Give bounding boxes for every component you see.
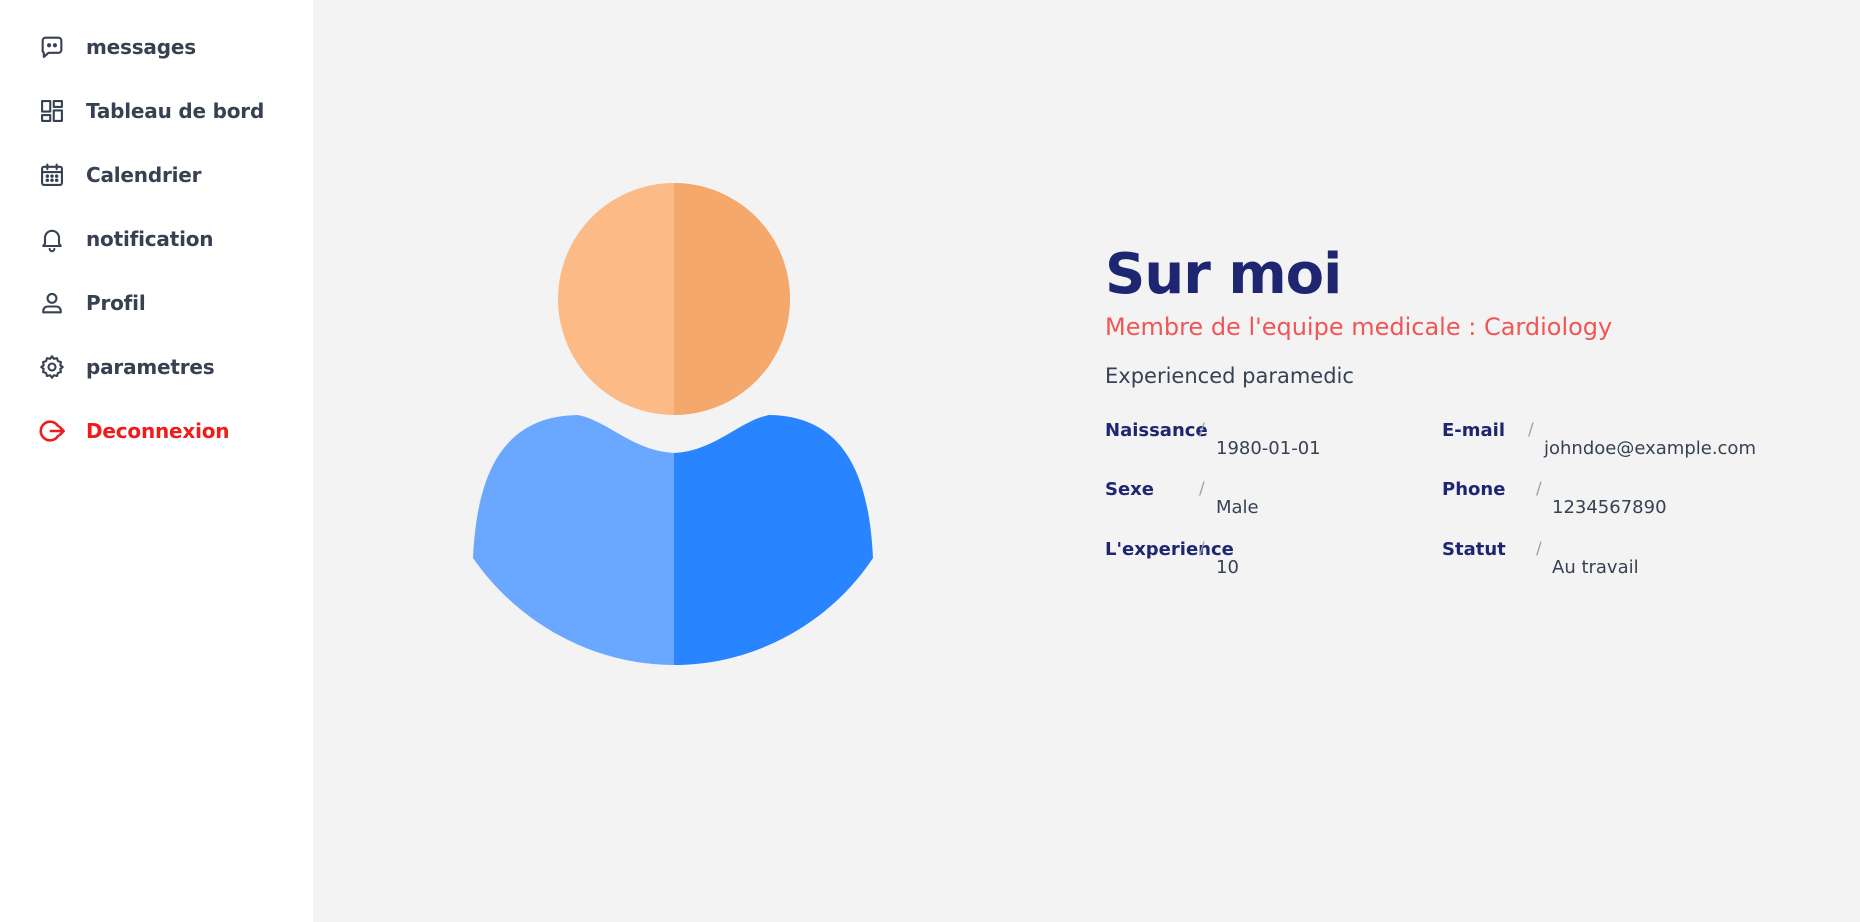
detail-value: 1980-01-01 xyxy=(1216,438,1321,459)
detail-label: E-mail xyxy=(1442,420,1506,441)
gear-icon xyxy=(36,351,68,383)
detail-value: Male xyxy=(1216,497,1259,518)
sidebar-item-logout[interactable]: Deconnexion xyxy=(0,399,313,463)
detail-separator: / xyxy=(1199,539,1205,559)
sidebar-item-label: messages xyxy=(86,35,196,59)
detail-separator: / xyxy=(1528,420,1534,440)
sidebar-item-messages[interactable]: messages xyxy=(0,15,313,79)
detail-label: Sexe xyxy=(1105,479,1154,500)
sidebar-item-label: Profil xyxy=(86,291,146,315)
detail-label: Statut xyxy=(1442,539,1506,560)
detail-value: 1234567890 xyxy=(1552,497,1667,518)
about-section: Sur moi Membre de l'equipe medicale : Ca… xyxy=(1105,240,1825,600)
detail-label: Phone xyxy=(1442,479,1506,500)
sidebar-item-label: Calendrier xyxy=(86,163,202,187)
sidebar-item-label: notification xyxy=(86,227,214,251)
sidebar-item-notification[interactable]: notification xyxy=(0,207,313,271)
profile-description: Experienced paramedic xyxy=(1105,364,1354,388)
detail-separator: / xyxy=(1199,479,1205,499)
sidebar-item-label: Tableau de bord xyxy=(86,99,265,123)
message-icon xyxy=(36,31,68,63)
detail-separator: / xyxy=(1536,479,1542,499)
user-icon xyxy=(36,287,68,319)
logout-icon xyxy=(36,415,68,447)
sidebar-item-dashboard[interactable]: Tableau de bord xyxy=(0,79,313,143)
profile-details: Naissance / 1980-01-01 E-mail / johndoe@… xyxy=(1105,420,1825,600)
detail-value: Au travail xyxy=(1552,557,1639,578)
dashboard-icon xyxy=(36,95,68,127)
sidebar-item-label: parametres xyxy=(86,355,215,379)
detail-label: L'experience xyxy=(1105,539,1234,560)
team-subtitle: Membre de l'equipe medicale : Cardiology xyxy=(1105,313,1613,341)
sidebar-item-calendar[interactable]: Calendrier xyxy=(0,143,313,207)
detail-value: johndoe@example.com xyxy=(1544,438,1756,459)
detail-separator: / xyxy=(1199,420,1205,440)
sidebar-item-settings[interactable]: parametres xyxy=(0,335,313,399)
page-title: Sur moi xyxy=(1105,242,1342,307)
sidebar-item-profile[interactable]: Profil xyxy=(0,271,313,335)
bell-icon xyxy=(36,223,68,255)
sidebar: messages Tableau de bord Calendrier noti… xyxy=(0,0,313,922)
calendar-icon xyxy=(36,159,68,191)
detail-label: Naissance xyxy=(1105,420,1208,441)
detail-separator: / xyxy=(1536,539,1542,559)
sidebar-item-label: Deconnexion xyxy=(86,419,230,443)
detail-value: 10 xyxy=(1216,557,1239,578)
avatar xyxy=(473,183,873,665)
main-content: Sur moi Membre de l'equipe medicale : Ca… xyxy=(313,0,1860,922)
